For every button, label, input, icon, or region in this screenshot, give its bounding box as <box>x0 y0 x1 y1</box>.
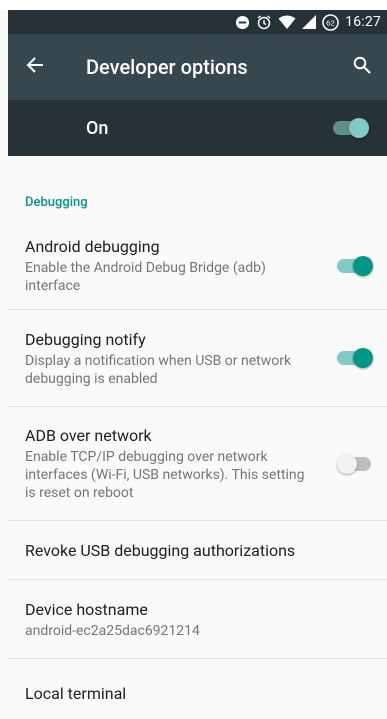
switch-thumb <box>349 118 369 138</box>
category-debugging: Debugging <box>25 195 88 210</box>
adb-over-network-switch[interactable] <box>337 453 373 474</box>
pref-text: Debugging notify Display a notification … <box>25 329 337 388</box>
switch-thumb <box>353 255 373 276</box>
search-button[interactable] <box>337 34 387 100</box>
pref-adb-over-network[interactable]: ADB over network Enable TCP/IP debugging… <box>8 407 387 521</box>
switch-thumb <box>353 348 373 368</box>
pref-android-debugging[interactable]: Android debugging Enable the Android Deb… <box>8 222 387 310</box>
status-time: 16:27 <box>345 14 381 30</box>
pref-revoke-usb-debugging[interactable]: Revoke USB debugging authorizations <box>8 521 387 580</box>
back-button[interactable] <box>8 34 62 100</box>
pref-text: ADB over network Enable TCP/IP debugging… <box>25 425 337 502</box>
pref-title: Device hostname <box>25 599 148 619</box>
page-title: Developer options <box>86 55 248 79</box>
debugging-notify-switch[interactable] <box>337 348 373 368</box>
top-margin <box>0 0 387 10</box>
pref-summary: Display a notification when USB or netwo… <box>25 352 292 387</box>
pref-title: Android debugging <box>25 237 160 256</box>
pref-title: ADB over network <box>25 426 152 445</box>
alarm-icon <box>256 14 272 30</box>
master-switch[interactable] <box>333 118 369 138</box>
pref-debugging-notify[interactable]: Debugging notify Display a notification … <box>8 310 387 407</box>
master-switch-bar[interactable]: On <box>8 100 387 156</box>
pref-title: Debugging notify <box>25 329 146 349</box>
wifi-icon <box>278 15 296 30</box>
switch-thumb <box>337 453 357 474</box>
pref-summary: android-ec2a25dac6921214 <box>25 622 200 639</box>
preferences-list: Debugging Android debugging Enable the A… <box>8 156 387 703</box>
search-icon <box>353 56 371 78</box>
signal-icon <box>302 15 317 29</box>
pref-summary: Enable TCP/IP debugging over network int… <box>25 449 305 501</box>
pref-summary: Enable the Android Debug Bridge (adb) in… <box>25 260 266 294</box>
do-not-disturb-icon <box>235 15 250 30</box>
pref-text: Local terminal <box>25 683 387 704</box>
pref-device-hostname[interactable]: Device hostname android-ec2a25dac6921214 <box>8 580 387 659</box>
pref-text: Android debugging Enable the Android Deb… <box>25 236 337 295</box>
battery-icon: 62 <box>322 13 339 31</box>
pref-title: Local terminal <box>25 684 127 703</box>
app-bar: Developer options <box>8 34 387 100</box>
pref-text: Revoke USB debugging authorizations <box>25 540 387 561</box>
status-bar: 62 16:27 <box>8 10 387 34</box>
arrow-back-icon <box>26 56 44 78</box>
pref-title: Revoke USB debugging authorizations <box>25 540 296 560</box>
pref-local-terminal[interactable]: Local terminal <box>8 659 387 719</box>
svg-text:62: 62 <box>326 18 334 27</box>
master-switch-label: On <box>86 117 109 139</box>
android-debugging-switch[interactable] <box>337 255 373 276</box>
pref-text: Device hostname android-ec2a25dac6921214 <box>25 599 387 640</box>
